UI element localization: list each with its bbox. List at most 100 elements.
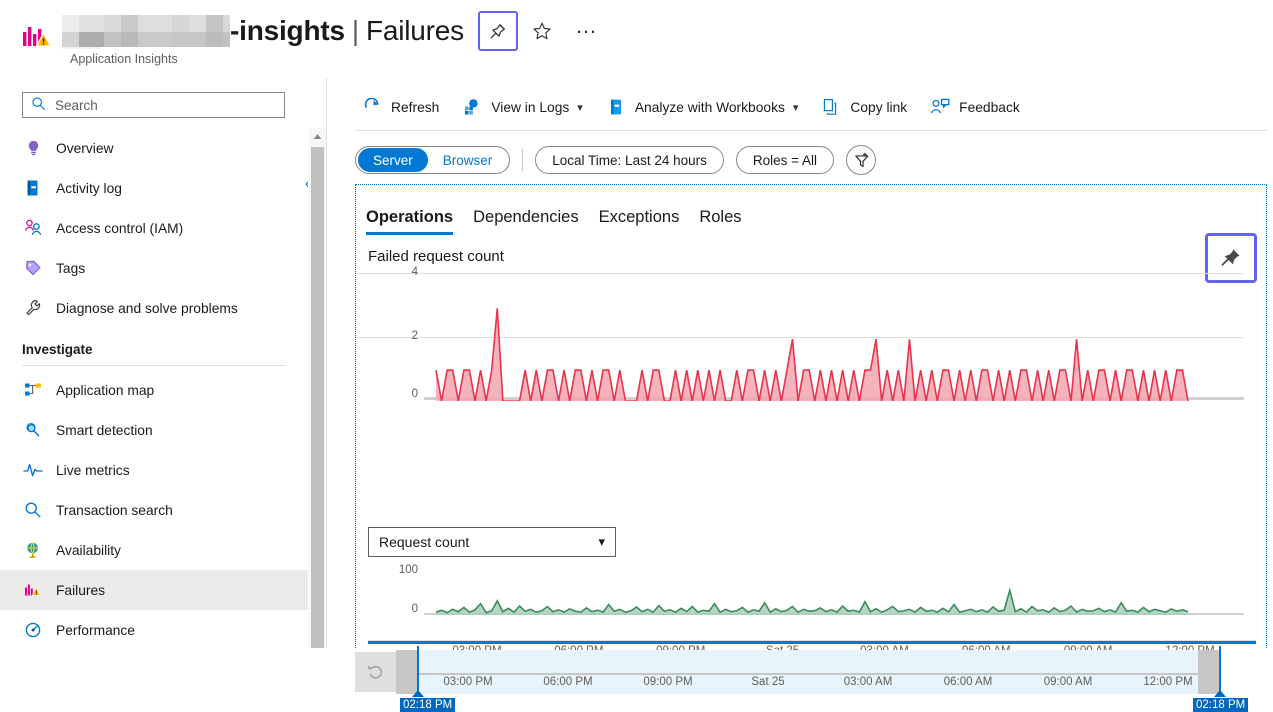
scope-option-browser[interactable]: Browser <box>428 148 508 172</box>
sidebar-item-label: Transaction search <box>56 502 173 518</box>
sidebar-scrollbar-thumb[interactable] <box>311 147 324 648</box>
people-icon <box>22 218 44 238</box>
sidebar-item-failures[interactable]: Failures <box>0 570 308 610</box>
resource-name-suffix: -insights <box>230 15 345 46</box>
sidebar-item-transaction-search[interactable]: Transaction search <box>0 490 308 530</box>
chevron-down-icon: ▾ <box>577 101 583 114</box>
sidebar-item-label: Diagnose and solve problems <box>56 300 238 316</box>
sidebar-group-investigate: Investigate <box>22 342 93 357</box>
smart-detection-icon <box>22 420 44 440</box>
title-separator: | <box>351 15 359 46</box>
chevron-down-icon: ▾ <box>598 534 605 549</box>
page-title: -insights | Failures … <box>62 11 606 51</box>
sidebar-item-label: Failures <box>56 582 106 598</box>
sidebar-item-label: Availability <box>56 542 121 558</box>
feedback-icon <box>929 97 951 117</box>
content-panel: Operations Dependencies Exceptions Roles… <box>355 184 1267 657</box>
wrench-icon <box>22 298 44 318</box>
sidebar-item-tags[interactable]: Tags <box>0 248 308 288</box>
main-content: Refresh View in Logs ▾ Analyze with Work… <box>327 78 1273 712</box>
view-in-logs-button[interactable]: View in Logs ▾ <box>455 91 593 123</box>
sidebar-item-label: Access control (IAM) <box>56 220 184 236</box>
x-axis-tick: 03:00 PM <box>443 676 493 688</box>
collapse-sidebar-icon[interactable]: « <box>298 172 308 194</box>
sidebar-item-label: Activity log <box>56 180 122 196</box>
scope-option-server[interactable]: Server <box>358 148 428 172</box>
tab-exceptions[interactable]: Exceptions <box>599 208 680 235</box>
search-box[interactable] <box>22 92 285 118</box>
x-axis-tick: 12:00 PM <box>1143 676 1193 688</box>
redacted-resource-name <box>62 13 230 49</box>
page-header: -insights | Failures … Application Insig… <box>0 0 1273 78</box>
sidebar-item-label: Overview <box>56 140 114 156</box>
time-range-scrubber[interactable]: 02:18 PM 02:18 PM 03:00 PM 06:00 PM 09:00 … <box>355 646 1267 712</box>
sidebar-item-label: Live metrics <box>56 462 130 478</box>
search-input[interactable] <box>53 96 276 114</box>
refresh-icon <box>361 97 383 117</box>
scrubber-start-time: 02:18 PM <box>400 698 456 712</box>
x-axis-tick: 06:00 AM <box>943 676 993 688</box>
x-axis-tick: 09:00 AM <box>1043 676 1093 688</box>
sidebar-item-activity-log[interactable]: Activity log <box>0 168 308 208</box>
toolbar-label: Feedback <box>959 99 1020 115</box>
chart-title: Failed request count <box>368 248 504 265</box>
logs-icon <box>461 97 483 117</box>
failed-request-count-chart[interactable] <box>368 265 1256 401</box>
refresh-button[interactable]: Refresh <box>355 91 449 123</box>
sidebar-item-label: Application map <box>56 382 155 398</box>
roles-filter[interactable]: Roles = All <box>735 146 835 174</box>
tab-operations[interactable]: Operations <box>366 208 454 235</box>
favorite-star-icon[interactable] <box>522 11 562 51</box>
scope-toggle[interactable]: Server Browser <box>355 146 511 174</box>
analyze-with-workbooks-button[interactable]: Analyze with Workbooks ▾ <box>599 91 809 123</box>
time-range-filter[interactable]: Local Time: Last 24 hours <box>535 146 724 174</box>
toolbar-divider <box>355 130 1267 131</box>
tab-dependencies[interactable]: Dependencies <box>473 208 579 235</box>
performance-icon <box>22 620 44 640</box>
scrubber-tick-labels: 03:00 PM 06:00 PM 09:00 PM Sat 25 03:00 AM 06… <box>396 676 1220 694</box>
workbooks-icon <box>605 97 627 117</box>
x-axis-tick: 03:00 AM <box>843 676 893 688</box>
page-subtitle: Application Insights <box>70 52 178 66</box>
sidebar-item-label: Smart detection <box>56 422 153 438</box>
request-count-chart[interactable] <box>368 563 1256 615</box>
sidebar-item-performance[interactable]: Performance <box>0 610 308 648</box>
sidebar-item-diagnose[interactable]: Diagnose and solve problems <box>0 288 308 328</box>
metric-select-value: Request count <box>379 534 470 550</box>
filter-bar: Server Browser Local Time: Last 24 hours… <box>355 144 877 176</box>
sidebar-scroll-up-icon[interactable] <box>309 128 326 145</box>
live-metrics-icon <box>22 460 44 480</box>
sidebar-item-live-metrics[interactable]: Live metrics <box>0 450 308 490</box>
x-axis-tick: Sat 25 <box>751 676 785 688</box>
chevron-down-icon: ▾ <box>792 101 799 114</box>
feedback-button[interactable]: Feedback <box>923 91 1030 123</box>
metric-select[interactable]: Request count ▾ <box>368 527 616 557</box>
add-filter-icon[interactable] <box>846 145 877 175</box>
sidebar-item-access-control[interactable]: Access control (IAM) <box>0 208 308 248</box>
sidebar-item-label: Performance <box>56 622 135 638</box>
search-icon <box>22 500 44 520</box>
tab-bar: Operations Dependencies Exceptions Roles <box>366 199 762 235</box>
sidebar-item-smart-detection[interactable]: Smart detection <box>0 410 308 450</box>
tab-roles[interactable]: Roles <box>699 208 741 235</box>
scrubber-end-time: 02:18 PM <box>1193 698 1249 712</box>
copy-icon <box>820 97 842 117</box>
sidebar-item-application-map[interactable]: Application map <box>0 370 308 410</box>
command-toolbar: Refresh View in Logs ▾ Analyze with Work… <box>355 87 1036 127</box>
activity-log-icon <box>22 178 44 198</box>
globe-icon <box>22 540 44 560</box>
app-map-icon <box>22 380 44 400</box>
sidebar-item-availability[interactable]: Availability <box>0 530 308 570</box>
search-icon <box>31 96 46 114</box>
pin-button[interactable] <box>477 11 518 51</box>
reset-zoom-button[interactable] <box>355 652 396 692</box>
page-name: Failures <box>365 15 464 46</box>
sidebar-item-overview[interactable]: Overview <box>0 128 308 168</box>
copy-link-button[interactable]: Copy link <box>814 91 917 123</box>
sidebar-group-divider <box>22 365 286 366</box>
application-insights-icon <box>22 24 54 54</box>
filter-separator <box>522 149 524 171</box>
toolbar-label: Analyze with Workbooks <box>634 99 785 115</box>
failures-icon <box>22 580 44 600</box>
more-options-icon[interactable]: … <box>566 11 606 51</box>
